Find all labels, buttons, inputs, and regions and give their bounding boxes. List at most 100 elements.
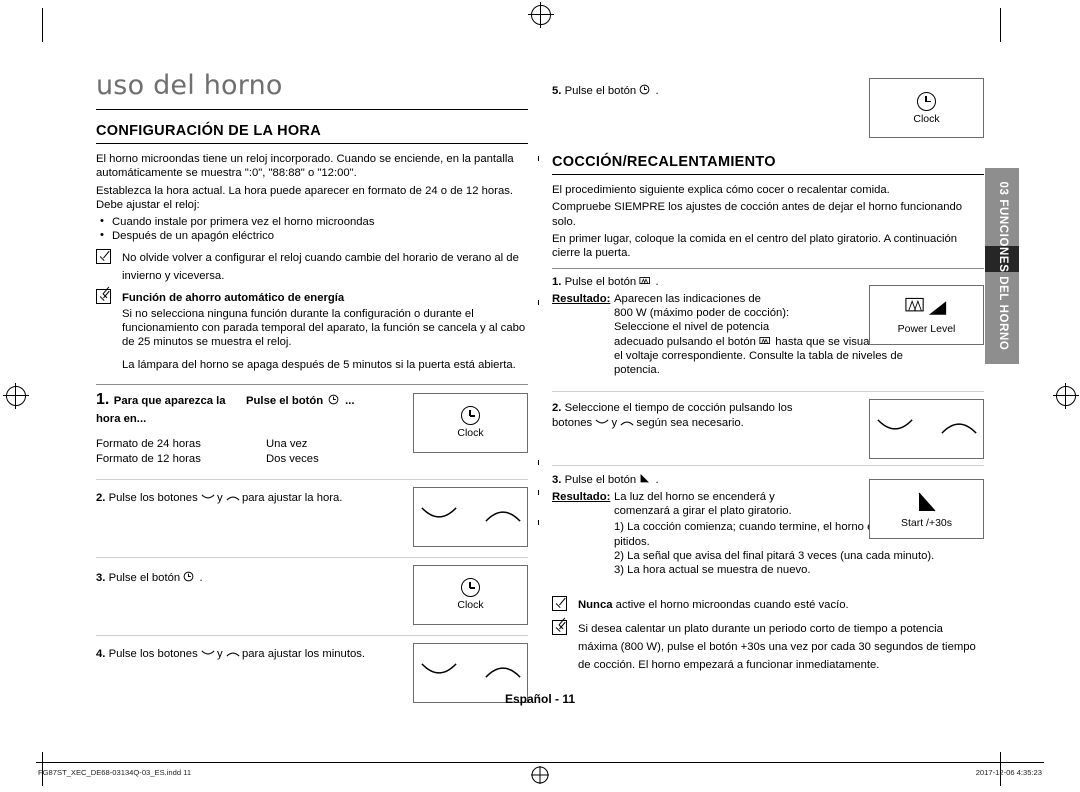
note-plus30s: Si desea calentar un plato durante un pe…	[552, 619, 984, 673]
step-line: 3. Pulse el botón .	[552, 473, 852, 487]
note-pencil-icon	[96, 288, 111, 304]
step-text-before: Pulse los botones	[108, 491, 198, 504]
cooking-intro-1: El procedimiento siguiente explica cómo …	[552, 184, 890, 196]
result-line: Aparecen las indicaciones de	[614, 292, 761, 305]
arrow-pair	[420, 661, 522, 685]
result-label: Resultado:	[552, 292, 611, 305]
step-line: 2. Seleccione el tiempo de cocción pulsa…	[552, 401, 852, 415]
arrow-pair	[420, 505, 522, 529]
sub-step: 2) La señal que avisa del final pitará 3…	[614, 549, 935, 562]
pictogram-label: Clock	[913, 112, 940, 125]
note-rest: active el horno microondas cuando esté v…	[612, 599, 849, 612]
clock-bullets: Cuando instale por primera vez el horno …	[96, 214, 528, 244]
arrow-up-icon	[484, 661, 522, 685]
clock-icon	[639, 84, 652, 95]
result-line: 800 W (máximo poder de cocción):	[614, 307, 790, 320]
step-text-before: Pulse los botones	[108, 647, 198, 660]
note-pencil-icon	[552, 620, 567, 636]
table-cell: Dos veces	[266, 452, 319, 465]
note-text: Si desea calentar un plato durante un pe…	[578, 623, 976, 672]
table-row: Formato de 12 horas Dos veces	[96, 452, 528, 467]
step-number: 1.	[96, 390, 110, 408]
result-line: potencia.	[614, 364, 660, 377]
cooking-intro-3: En primer lugar, coloque la comida en el…	[552, 232, 958, 260]
step-text-before: Pulse el botón	[564, 276, 637, 289]
registration-mark-right	[1053, 383, 1079, 409]
section-rule	[96, 143, 528, 144]
arrow-down-icon	[420, 505, 458, 529]
clock-icon	[183, 571, 196, 582]
page-number-label: Español - 11	[504, 692, 576, 706]
step-text-after: .	[655, 474, 659, 487]
note-title: Función de ahorro automático de energía	[122, 291, 345, 304]
section-title-clock: CONFIGURACIÓN DE LA HORA	[96, 123, 321, 139]
power-level-icon	[904, 295, 950, 321]
note-extra-text: La lámpara del horno se apaga después de…	[122, 358, 516, 371]
table-cell: Formato de 12 horas	[96, 452, 201, 465]
crop-mark-top-right	[1000, 8, 1001, 42]
column-divider	[538, 460, 539, 465]
step-number: 1.	[552, 276, 562, 289]
divider	[552, 268, 984, 270]
note-pencil-icon	[96, 248, 111, 264]
step-text-after: .	[655, 85, 659, 97]
power-level-icon	[759, 335, 772, 345]
step-text-mid2: y	[611, 416, 618, 429]
step-number: 4.	[96, 647, 106, 660]
step-number: 3.	[552, 474, 562, 487]
cooking-step-2: 2. Seleccione el tiempo de cocción pulsa…	[552, 399, 984, 461]
divider	[96, 556, 528, 558]
registration-mark-bottom	[531, 766, 549, 789]
pictogram-clock-button: Clock	[869, 78, 984, 138]
pictogram-start-button: Start /+30s	[869, 479, 984, 540]
crop-mark-top-left	[42, 8, 43, 42]
chapter-tab-label: 03 FUNCIONES DEL HORNO	[997, 181, 1009, 351]
divider	[552, 391, 984, 393]
column-divider	[538, 490, 539, 495]
step-text-after: para ajustar los minutos.	[241, 647, 366, 660]
clock-icon	[461, 578, 480, 598]
cooking-step-3: 3. Pulse el botón . Resultado: La luz de…	[552, 473, 984, 593]
cooking-intro-2: Compruebe SIEMPRE los ajustes de cocción…	[552, 201, 963, 228]
page-root: 03 FUNCIONES DEL HORNO uso del horno CON…	[0, 0, 1080, 792]
step-number: 2.	[96, 491, 106, 504]
clock-icon	[328, 392, 341, 405]
arrow-pair	[876, 417, 978, 441]
clock-intro-2: Establezca la hora actual. La hora puede…	[96, 184, 514, 211]
divider	[552, 465, 984, 467]
clock-intro-1: El horno microondas tiene un reloj incor…	[96, 153, 514, 180]
step-3: 3. Pulse el botón . Clock	[96, 564, 528, 625]
step-line-2: botones y según sea necesario.	[552, 416, 852, 430]
column-divider	[538, 520, 539, 525]
note-energy-saving: Función de ahorro automático de energía …	[96, 288, 528, 372]
step-line: 1. Pulse el botón .	[552, 275, 852, 289]
note-text: Nunca active el horno microondas cuando …	[578, 599, 849, 611]
step-text-before: Pulse el botón	[564, 474, 637, 487]
registration-mark-left	[3, 383, 29, 409]
left-column: uso del horno CONFIGURACIÓN DE LA HORA E…	[96, 70, 528, 703]
column-divider	[538, 156, 539, 161]
step-5: 5. Pulse el botón . Clock	[552, 78, 984, 142]
step-text-before: Pulse el botón	[564, 85, 637, 97]
pictogram-label: Clock	[457, 427, 484, 440]
note-pencil-icon	[552, 596, 567, 612]
step-2: 2. Pulse los botones y para ajustar la h…	[96, 486, 528, 547]
divider	[96, 478, 528, 480]
step-text-after: .	[199, 571, 203, 584]
note-never-empty: Nunca active el horno microondas cuando …	[552, 595, 984, 613]
divider	[96, 383, 528, 385]
step-text-mid: y	[217, 647, 223, 660]
clock-icon	[461, 406, 480, 426]
step-number: 5.	[552, 85, 562, 97]
registration-mark-top	[528, 2, 554, 28]
step-head-right: Pulse el botón	[246, 394, 324, 407]
step-text-before: Seleccione el tiempo de cocción pulsando…	[564, 402, 793, 415]
note-text: Si no selecciona ninguna función durante…	[122, 307, 526, 349]
step-text-mid: botones	[552, 416, 593, 429]
step-number: 2.	[552, 402, 562, 415]
arrow-down-icon	[201, 648, 215, 658]
arrow-up-icon	[620, 417, 634, 427]
note-daylight-saving: No olvide volver a configurar el reloj c…	[96, 248, 528, 284]
footer-file-name: FG87ST_XEC_DE68-03134Q-03_ES.indd 11	[38, 768, 192, 777]
step-head-right-suffix: ...	[345, 394, 355, 407]
